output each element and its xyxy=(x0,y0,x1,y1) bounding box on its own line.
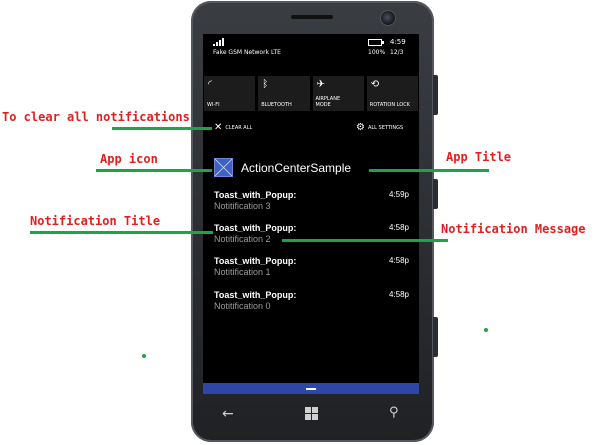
notification-item[interactable]: Toast_with_Popup: Notitification 3 4:59p xyxy=(214,190,409,218)
action-row: ✕ CLEAR ALL ⚙ ALL SETTINGS xyxy=(203,122,419,136)
windows-start-icon[interactable] xyxy=(305,407,318,420)
drag-handle-icon xyxy=(306,388,316,390)
speaker-grille xyxy=(291,15,333,19)
app-title: ActionCenterSample xyxy=(241,160,352,175)
back-arrow-icon[interactable]: ← xyxy=(222,406,234,422)
quick-action-label: ROTATION LOCK xyxy=(369,102,410,108)
annotation-notification-message: Notification Message xyxy=(441,222,586,236)
notification-message: Notitification 0 xyxy=(214,301,271,311)
notification-title: Toast_with_Popup: xyxy=(214,256,297,266)
annotation-line-app-title xyxy=(369,169,489,172)
quick-action-label: AIRPLANE MODE xyxy=(315,96,341,108)
network-name: Fake GSM Network LTE xyxy=(213,49,281,56)
quick-action-label: BLUETOOTH xyxy=(261,102,292,108)
annotation-clear-all: To clear all notifications xyxy=(2,110,190,124)
wifi-icon: ◜ xyxy=(208,79,212,90)
app-group-header[interactable]: ActionCenterSample xyxy=(214,158,351,177)
app-icon-graphic xyxy=(214,158,233,177)
annotation-dot xyxy=(142,354,146,358)
notification-message: Notitification 1 xyxy=(214,267,271,277)
action-center-drawer-handle[interactable] xyxy=(203,383,419,394)
status-time: 4:59 xyxy=(390,38,406,46)
annotation-app-title: App Title xyxy=(446,150,512,164)
notification-item[interactable]: Toast_with_Popup: Notitification 2 4:58p xyxy=(214,223,409,251)
signal-strength-icon xyxy=(213,38,227,46)
clear-all-button[interactable]: ✕ CLEAR ALL xyxy=(214,122,253,133)
annotation-line-notification-title xyxy=(30,231,213,234)
battery-percent: 100% xyxy=(368,49,386,56)
quick-action-wifi[interactable]: ◜ WI-FI xyxy=(204,76,256,111)
volume-button xyxy=(433,75,438,115)
annotation-line-clear-all xyxy=(112,127,212,130)
notification-title: Toast_with_Popup: xyxy=(214,190,297,200)
quick-actions: ◜ WI-FI ᛒ BLUETOOTH ✈ AIRPLANE MODE ⟲ RO… xyxy=(204,76,418,111)
app-icon xyxy=(214,158,233,177)
notification-time: 4:58p xyxy=(388,290,409,299)
annotation-line-app-icon xyxy=(96,169,212,172)
action-center-screen: Fake GSM Network LTE 4:59 100% 12/3 ◜ WI… xyxy=(203,34,419,394)
battery-icon xyxy=(368,39,384,46)
notification-message: Notitification 3 xyxy=(214,201,271,211)
annotation-line-notification-message xyxy=(282,239,448,242)
rotation-lock-icon: ⟲ xyxy=(370,79,380,90)
quick-action-label: WI-FI xyxy=(207,102,220,108)
notification-time: 4:59p xyxy=(388,190,409,199)
navigation-bar: ← ⚲ xyxy=(203,394,419,436)
close-icon: ✕ xyxy=(214,122,223,133)
camera-icon xyxy=(380,10,396,26)
notification-time: 4:58p xyxy=(388,256,409,265)
status-date: 12/3 xyxy=(390,49,404,56)
search-icon[interactable]: ⚲ xyxy=(389,405,399,420)
notification-title: Toast_with_Popup: xyxy=(214,223,297,233)
quick-action-airplane-mode[interactable]: ✈ AIRPLANE MODE xyxy=(312,76,364,111)
notification-title: Toast_with_Popup: xyxy=(214,290,297,300)
all-settings-label: ALL SETTINGS xyxy=(367,125,404,131)
all-settings-button[interactable]: ⚙ ALL SETTINGS xyxy=(356,122,404,133)
airplane-icon: ✈ xyxy=(316,79,325,90)
camera-button xyxy=(433,317,438,357)
annotation-app-icon: App icon xyxy=(100,152,158,166)
quick-action-bluetooth[interactable]: ᛒ BLUETOOTH xyxy=(258,76,310,111)
power-button xyxy=(433,179,438,209)
notification-time: 4:58p xyxy=(388,223,409,232)
bluetooth-icon: ᛒ xyxy=(262,79,269,90)
notification-message: Notitification 2 xyxy=(214,234,271,244)
annotation-notification-title: Notification Title xyxy=(30,214,161,228)
notification-item[interactable]: Toast_with_Popup: Notitification 1 4:58p xyxy=(214,256,409,284)
quick-action-rotation-lock[interactable]: ⟲ ROTATION LOCK xyxy=(366,76,418,111)
gear-icon: ⚙ xyxy=(356,122,365,133)
notification-item[interactable]: Toast_with_Popup: Notitification 0 4:58p xyxy=(214,290,409,318)
clear-all-label: CLEAR ALL xyxy=(225,125,253,131)
annotation-dot xyxy=(484,328,488,332)
status-bar: Fake GSM Network LTE 4:59 100% 12/3 xyxy=(203,34,419,68)
